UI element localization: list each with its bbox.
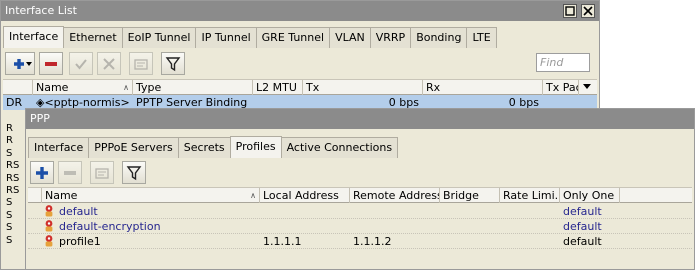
profile-local: 1.1.1.1 [263,235,302,248]
col-rate-limit[interactable]: Rate Limi... [500,188,560,203]
interface-table-header: Name ∧ Type L2 MTU Tx Rx Tx Pac [3,79,597,95]
profile-rate [500,204,560,219]
tab-interface[interactable]: Interface [28,137,90,158]
minus-icon [64,170,76,175]
profile-icon [42,219,56,234]
tab-bonding[interactable]: Bonding [410,27,468,48]
col-l2mtu[interactable]: L2 MTU [253,80,303,95]
column-chooser[interactable] [579,80,597,95]
ppp-window: PPP Interface PPPoE Servers Secrets Profile… [25,108,695,270]
profile-bridge [440,234,500,249]
comment-icon [95,167,109,179]
col-remote-address[interactable]: Remote Address [350,188,440,203]
tab-gre-tunnel[interactable]: GRE Tunnel [255,27,331,48]
plus-icon [36,166,48,179]
profile-bridge [440,219,500,234]
x-icon [103,57,115,70]
comment-icon [134,58,148,70]
remove-button[interactable] [39,52,63,75]
profile-only-one: default [563,205,602,218]
comment-button[interactable] [90,161,114,184]
interface-list-tabs: Interface Ethernet EoIP Tunnel IP Tunnel GRE… [3,26,497,48]
check-icon [75,58,87,70]
profile-icon [42,234,56,249]
sort-icon: ∧ [250,191,256,200]
profile-local [260,204,350,219]
profile-bridge [440,204,500,219]
col-tx[interactable]: Tx [303,80,423,95]
col-type[interactable]: Type [133,80,253,95]
add-button[interactable] [30,161,54,184]
window-title: PPP [30,112,50,125]
profile-remote: 1.1.1.2 [353,235,392,248]
tab-ip-tunnel[interactable]: IP Tunnel [195,27,257,48]
tab-interface[interactable]: Interface [3,26,65,48]
interface-list-toolbar [3,50,597,78]
tab-active-connections[interactable]: Active Connections [280,137,399,158]
filter-button[interactable] [122,161,146,184]
filter-icon [165,56,181,71]
profile-rate [500,219,560,234]
filter-button[interactable] [161,52,185,75]
profile-icon [42,204,56,219]
dropdown-icon [583,84,591,89]
window-title: Interface List [5,4,77,17]
find-input[interactable]: Find [536,53,590,72]
ppp-titlebar[interactable]: PPP [26,109,694,129]
maximize-button[interactable] [563,4,577,18]
disable-button[interactable] [97,52,121,75]
tab-eoip-tunnel[interactable]: EoIP Tunnel [121,27,197,48]
ppp-tabs: Interface PPPoE Servers Secrets Profiles Act… [28,136,399,158]
comment-button[interactable] [129,52,153,75]
tab-ethernet[interactable]: Ethernet [63,27,123,48]
profile-only-one: default [563,235,602,248]
tab-pppoe-servers[interactable]: PPPoE Servers [88,137,179,158]
ppp-toolbar [28,159,692,187]
plus-icon [14,58,32,69]
close-button[interactable] [581,4,595,18]
profile-rate [500,234,560,249]
col-only-one[interactable]: Only One [560,188,620,203]
profile-local [260,219,350,234]
profile-only-one: default [563,220,602,233]
col-flags[interactable] [3,80,33,95]
col-tx-packets[interactable]: Tx Pac [543,80,579,95]
profile-remote [350,204,440,219]
profile-name: default [59,205,98,218]
add-button[interactable] [5,52,35,75]
col-local-address[interactable]: Local Address [260,188,350,203]
enable-button[interactable] [69,52,93,75]
minus-icon [45,61,57,66]
col-name[interactable]: Name ∧ [33,80,133,95]
col-name[interactable]: Name ∧ [42,188,260,203]
filter-icon [126,165,142,180]
tab-lte[interactable]: LTE [466,27,497,48]
col-flags[interactable] [28,188,42,203]
profile-name: default-encryption [59,220,161,233]
close-icon [583,6,593,16]
sort-icon: ∧ [123,83,129,92]
col-bridge[interactable]: Bridge [440,188,500,203]
interface-list-titlebar[interactable]: Interface List [1,1,599,21]
tab-secrets[interactable]: Secrets [177,137,231,158]
tab-profiles[interactable]: Profiles [229,136,282,158]
profile-name: profile1 [59,235,101,248]
tab-vlan[interactable]: VLAN [329,27,371,48]
profiles-table-header: Name ∧ Local Address Remote Address Bridg… [28,187,692,203]
profile-row[interactable]: default-encryption default [28,219,692,234]
tab-vrrp[interactable]: VRRP [369,27,412,48]
maximize-icon [565,6,575,16]
profile-row[interactable]: profile1 1.1.1.1 1.1.1.2 default [28,234,692,249]
col-rx[interactable]: Rx [423,80,543,95]
remove-button[interactable] [58,161,82,184]
profile-remote [350,219,440,234]
profile-row[interactable]: default default [28,204,692,219]
